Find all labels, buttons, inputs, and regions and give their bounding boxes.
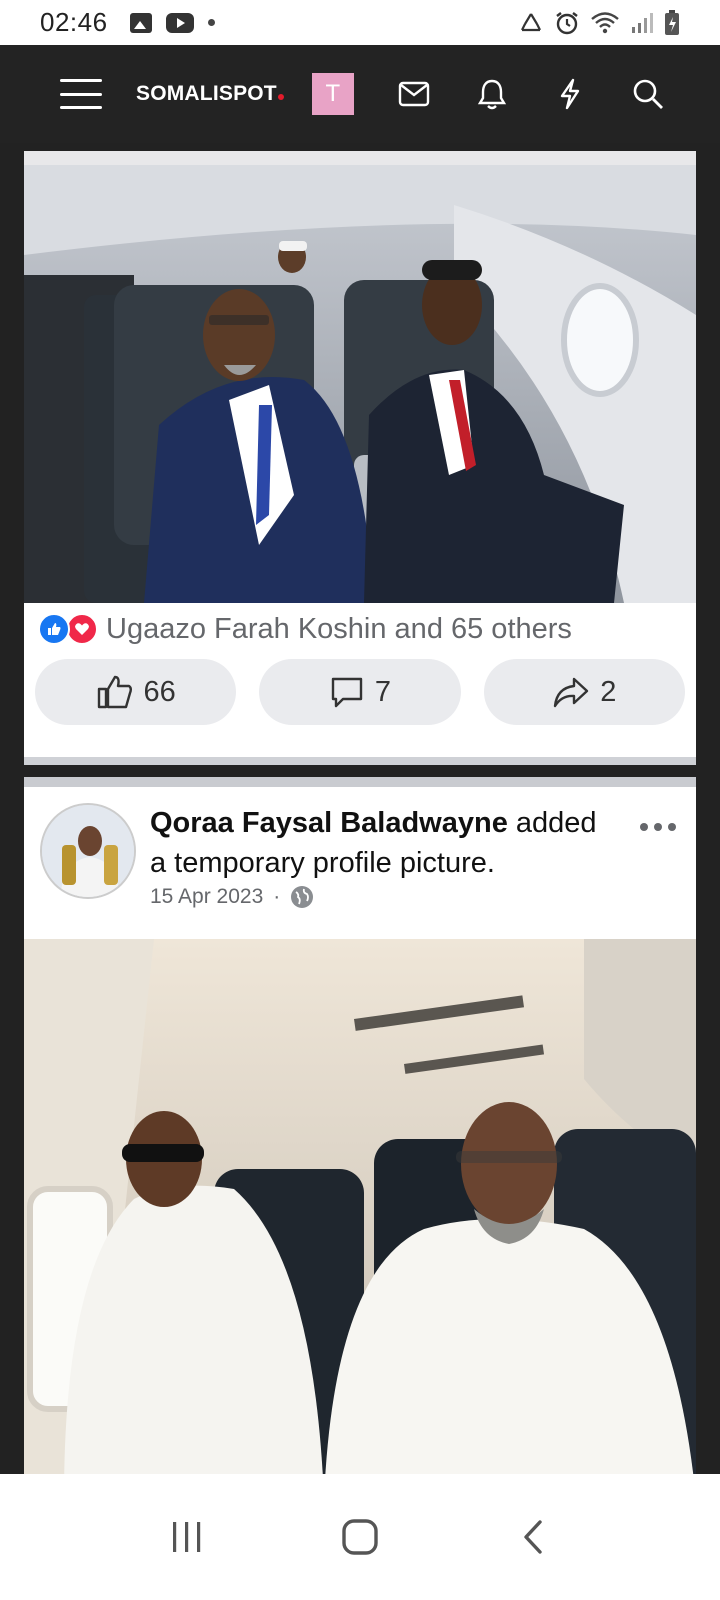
status-time: 02:46 [40, 7, 108, 37]
more-options-button[interactable] [640, 823, 676, 831]
post-photo[interactable] [24, 939, 696, 1499]
bell-icon[interactable] [476, 78, 508, 110]
post-actions: 66 7 2 [24, 655, 696, 725]
site-header: SOMALISPOT T [0, 45, 720, 143]
status-bar: 02:46 [0, 0, 720, 45]
reactions-text: Ugaazo Farah Koshin and 65 others [106, 612, 572, 645]
reactions-summary[interactable]: Ugaazo Farah Koshin and 65 others [24, 603, 696, 655]
mail-icon[interactable] [398, 78, 430, 110]
separator-dot: · [273, 885, 281, 908]
post-card: Qoraa Faysal Baladwayne added a temporar… [24, 777, 696, 1510]
home-icon[interactable] [330, 1507, 390, 1567]
signal-icon [632, 12, 653, 33]
image-icon [129, 12, 152, 33]
post-title: Qoraa Faysal Baladwayne added a temporar… [150, 803, 620, 883]
post-header: Qoraa Faysal Baladwayne added a temporar… [24, 787, 696, 939]
recycle-icon [521, 12, 541, 31]
header-actions [398, 78, 664, 110]
search-icon[interactable] [632, 78, 664, 110]
like-button[interactable]: 66 [35, 659, 237, 725]
battery-icon [665, 9, 679, 35]
back-icon[interactable] [503, 1507, 563, 1567]
share-button[interactable]: 2 [483, 659, 685, 725]
share-count: 2 [600, 675, 617, 708]
post-photo[interactable] [24, 165, 696, 603]
post-meta: Qoraa Faysal Baladwayne added a temporar… [150, 803, 620, 939]
globe-icon [291, 886, 314, 908]
user-avatar[interactable]: T [311, 73, 354, 115]
comment-count: 7 [374, 675, 392, 708]
wifi-icon [591, 11, 619, 33]
site-logo[interactable]: SOMALISPOT [136, 82, 284, 106]
lightning-icon[interactable] [554, 78, 586, 110]
share-icon [554, 677, 589, 708]
alarm-icon [556, 11, 578, 34]
thumbs-up-icon [97, 675, 132, 709]
system-navigation-bar [0, 1474, 720, 1600]
like-reaction-icon [38, 613, 70, 645]
post-date[interactable]: 15 Apr 2023 [150, 885, 263, 909]
feed: Ugaazo Farah Koshin and 65 others 66 7 2 [24, 151, 696, 1510]
love-reaction-icon [66, 613, 98, 645]
youtube-icon [165, 12, 194, 33]
dot-icon [207, 19, 215, 26]
author-name[interactable]: Qoraa Faysal Baladwayne [150, 807, 508, 839]
menu-icon[interactable] [60, 79, 102, 109]
comment-icon [331, 677, 363, 708]
like-count: 66 [143, 675, 176, 708]
logo-dot [277, 94, 284, 100]
post-card: Ugaazo Farah Koshin and 65 others 66 7 2 [24, 151, 696, 765]
comment-button[interactable]: 7 [259, 659, 461, 725]
author-avatar[interactable] [40, 803, 136, 899]
logo-text: SOMALISPOT [136, 82, 277, 105]
status-system-icons [518, 9, 680, 36]
post-subline: 15 Apr 2023 · [150, 885, 620, 909]
status-notification-icons [129, 12, 215, 33]
recents-icon[interactable] [157, 1507, 217, 1567]
